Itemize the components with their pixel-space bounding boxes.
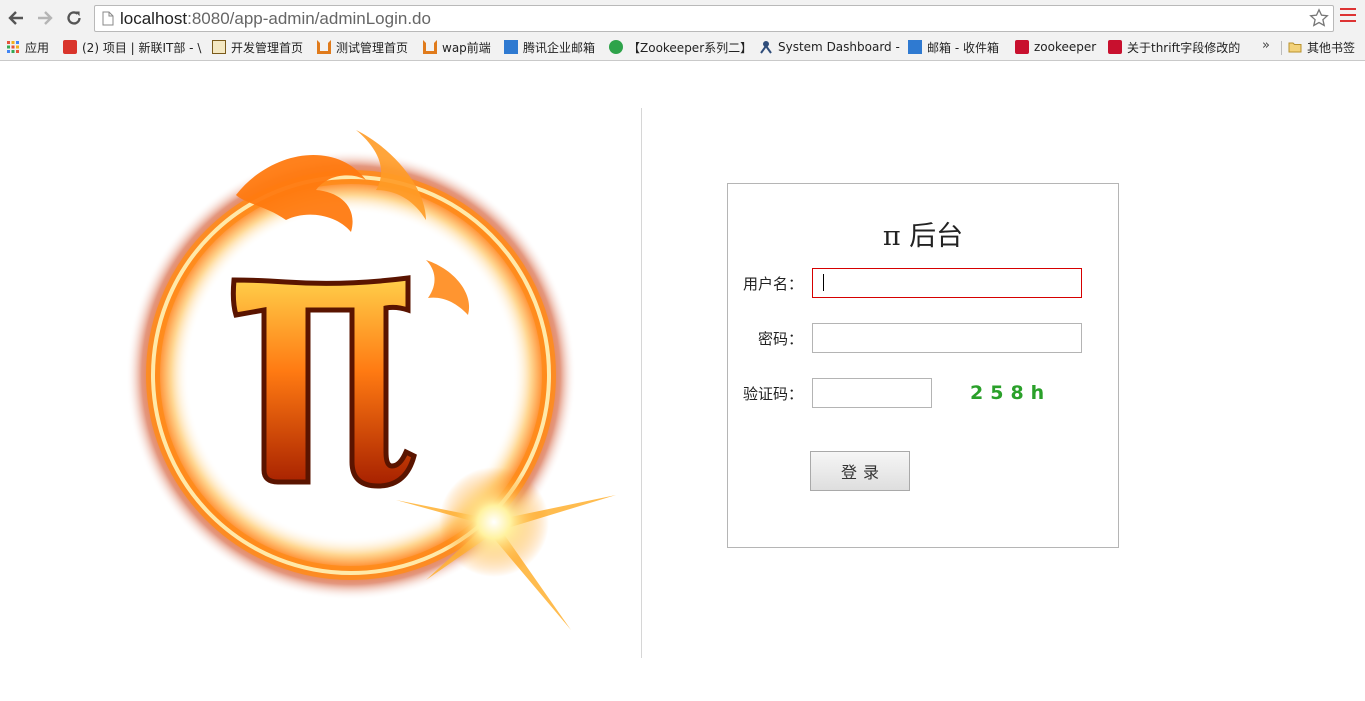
url-text: localhost:8080/app-admin/adminLogin.do [120,9,431,29]
pi-fire-logo [126,130,616,630]
captcha-image[interactable]: 258h [970,382,1051,404]
login-panel: π 后台 [727,183,1119,548]
vertical-divider [641,108,642,658]
address-bar[interactable]: localhost:8080/app-admin/adminLogin.do [94,5,1334,32]
bookmark-dev-admin[interactable]: 开发管理首页 [212,38,303,56]
reload-icon [67,11,81,25]
bookmark-system-dashboard[interactable]: System Dashboard - [759,38,900,56]
dev-admin-favicon-icon [212,40,226,54]
login-button[interactable]: 登录 [810,451,910,491]
bookmark-label: zookeeper [1034,40,1097,54]
flare-burst [439,467,549,577]
menu-line [1340,14,1356,16]
browser-menu-button[interactable] [1340,8,1356,26]
captcha-input[interactable] [812,378,932,408]
bookmark-project[interactable]: (2) 项目 | 新联IT部 - \ [63,38,201,56]
arrow-left-icon [8,11,23,25]
bookmark-zookeeper[interactable]: zookeeper [1015,38,1096,56]
page-icon [102,11,114,26]
menu-line [1340,8,1356,10]
bookmark-label: 开发管理首页 [231,40,304,55]
bookmark-label: System Dashboard - [778,40,900,54]
tencent-mail-favicon-icon [504,40,518,54]
bookmark-label: 腾讯企业邮箱 [523,40,596,55]
thrift-favicon-icon [1108,40,1122,54]
bookmark-wap[interactable]: wap前端 [423,38,491,56]
bookmark-tencent-mail[interactable]: 腾讯企业邮箱 [504,38,595,56]
bookmark-test-admin[interactable]: 测试管理首页 [317,38,408,56]
folder-icon [1288,42,1302,53]
bookmark-label: wap前端 [442,40,491,55]
zookeeper-favicon-icon [1015,40,1029,54]
bookmark-label: 其他书签 [1307,40,1356,55]
apps-grid-icon [7,41,19,53]
url-host: localhost [120,9,188,28]
bookmark-label: 关于thrift字段修改的 [1127,40,1241,55]
bookmark-label: 邮箱 - 收件箱 [927,40,999,55]
bookmark-zookeeper-series[interactable]: 【Zookeeper系列二】 [609,38,752,56]
wap-favicon-icon [423,40,437,54]
test-admin-favicon-icon [317,40,331,54]
bookmark-label: 测试管理首页 [336,40,409,55]
bookmark-star-icon[interactable] [1309,8,1329,28]
captcha-label: 验证码： [742,385,803,403]
bookmark-label: (2) 项目 | 新联IT部 - \ [82,40,202,55]
url-path: :8080/app-admin/adminLogin.do [187,9,431,28]
password-label: 密码： [757,330,803,348]
jira-favicon-icon [760,41,772,54]
reload-button[interactable] [63,7,85,29]
username-label: 用户名： [742,275,803,293]
bookmark-label: 应用 [25,40,50,55]
text-caret [823,274,824,291]
bookmark-mail-inbox[interactable]: 邮箱 - 收件箱 [908,38,999,56]
project-favicon-icon [63,40,77,54]
username-input[interactable] [812,268,1082,298]
login-title: π 后台 [882,221,964,252]
bookmarks-bar: 应用 (2) 项目 | 新联IT部 - \ 开发管理首页 测试管理首页 wap前… [0,35,1365,59]
password-input[interactable] [812,323,1082,353]
forward-button[interactable] [34,7,56,29]
back-button[interactable] [5,7,27,29]
browser-chrome: localhost:8080/app-admin/adminLogin.do 应… [0,0,1365,61]
mail-inbox-favicon-icon [908,40,922,54]
menu-line [1340,20,1356,22]
bookmark-apps[interactable]: 应用 [6,38,49,56]
arrow-right-icon [38,11,53,25]
bookmarks-separator [1281,41,1282,55]
bookmark-label: 【Zookeeper系列二】 [628,40,753,55]
bookmark-thrift[interactable]: 关于thrift字段修改的 [1108,38,1248,56]
zookeeper-series-favicon-icon [609,40,623,54]
bookmark-other[interactable]: 其他书签 [1288,38,1355,56]
more-bookmarks-button[interactable]: » [1262,38,1270,53]
